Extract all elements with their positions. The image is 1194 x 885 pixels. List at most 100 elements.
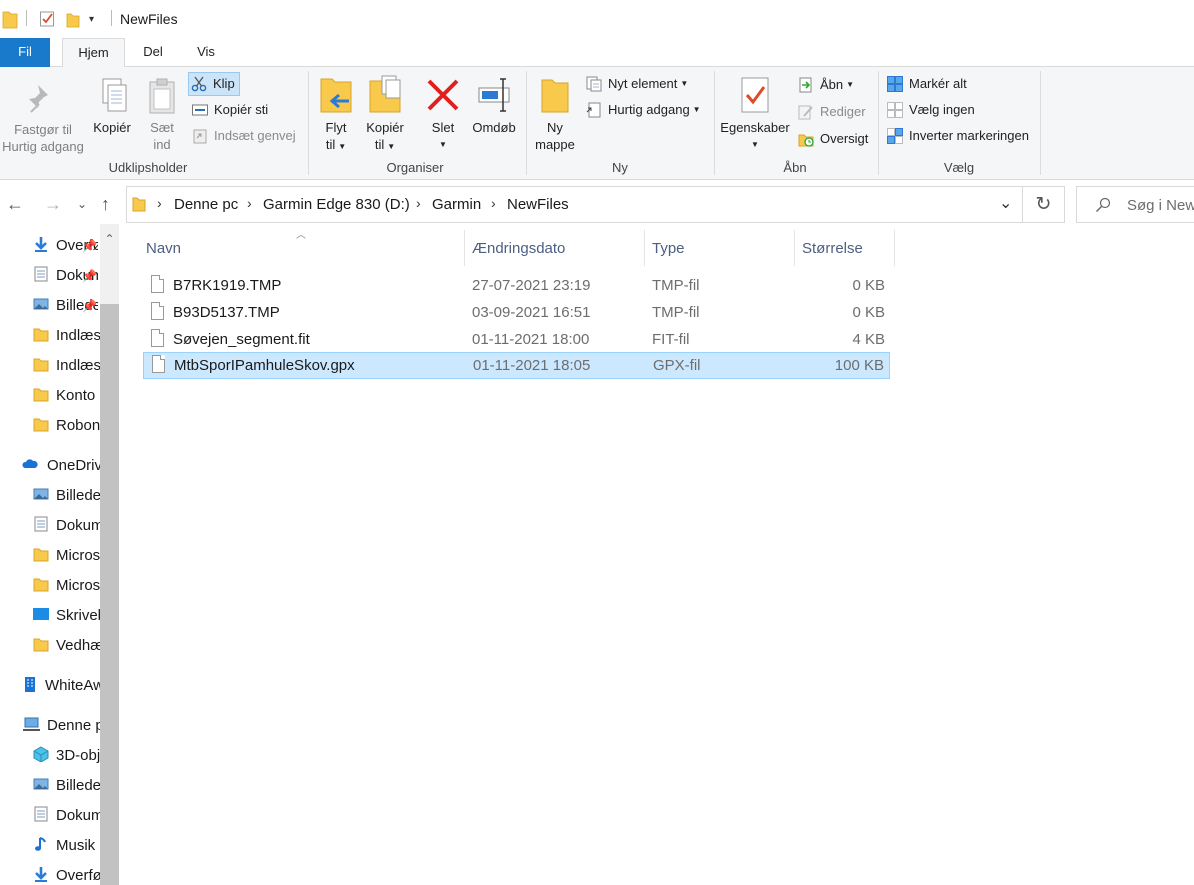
- new-folder-button[interactable]: Ny mappe: [530, 75, 580, 153]
- recent-locations-chevron-icon[interactable]: ⌄: [77, 197, 87, 211]
- breadcrumb-this-pc[interactable]: Denne pc: [174, 196, 238, 213]
- cube-icon: [33, 746, 49, 762]
- nav-item-pictures[interactable]: Billeder: [33, 771, 100, 801]
- paste-shortcut-button[interactable]: Indsæt genvej: [192, 125, 296, 147]
- delete-button[interactable]: Slet ▼: [424, 75, 462, 153]
- pictures-icon: [33, 488, 49, 500]
- new-folder-quick-access-icon[interactable]: [66, 12, 80, 28]
- open-chevron-icon: ▼: [846, 80, 855, 89]
- paste-button[interactable]: Sæt ind: [143, 77, 181, 153]
- divider: [26, 10, 27, 26]
- nav-item-desktop[interactable]: Skrivebord: [33, 601, 100, 631]
- pin-icon[interactable]: 📌: [82, 269, 97, 283]
- scissors-icon: [191, 76, 207, 92]
- move-to-button[interactable]: Flyt til ▼: [318, 75, 354, 155]
- pin-to-quick-access-button[interactable]: Fastgør til Hurtig adgang: [0, 77, 86, 155]
- tab-file[interactable]: Fil: [0, 38, 50, 67]
- breadcrumb-garmin-drive[interactable]: Garmin Edge 830 (D:): [263, 196, 410, 213]
- open-icon: [799, 77, 812, 93]
- address-history-chevron-icon[interactable]: ⌄: [999, 193, 1012, 213]
- nav-item-folder[interactable]: Robon: [33, 411, 100, 441]
- column-divider[interactable]: [794, 230, 795, 266]
- breadcrumb-newfiles[interactable]: NewFiles: [507, 196, 569, 213]
- cut-label: Klip: [213, 76, 235, 91]
- easy-access-button[interactable]: Hurtig adgang ▼: [586, 99, 701, 121]
- tab-view[interactable]: Vis: [188, 38, 224, 67]
- nav-item-3d-objects[interactable]: 3D-objekter: [33, 741, 100, 771]
- new-item-button[interactable]: Nyt element ▼: [586, 73, 688, 95]
- invert-selection-button[interactable]: Inverter markeringen: [887, 125, 1029, 147]
- open-button[interactable]: Åbn ▼: [798, 74, 854, 96]
- column-divider[interactable]: [644, 230, 645, 266]
- rename-button[interactable]: Omdøb: [470, 75, 518, 136]
- group-label-open: Åbn: [783, 160, 807, 175]
- column-header-type[interactable]: Type: [652, 240, 685, 257]
- desktop-icon: [33, 608, 49, 620]
- divider: [1040, 71, 1041, 175]
- column-header-date[interactable]: Ændringsdato: [472, 240, 565, 257]
- file-row[interactable]: B93D5137.TMP 03-09-2021 16:51 TMP-fil 0 …: [143, 299, 890, 326]
- copy-button[interactable]: Kopiér: [88, 77, 136, 136]
- file-date: 03-09-2021 16:51: [472, 304, 591, 321]
- nav-item-documents[interactable]: Dokumenter: [33, 511, 100, 541]
- file-row-selected[interactable]: MtbSporIPamhuleSkov.gpx 01-11-2021 18:05…: [143, 352, 890, 379]
- nav-item-folder[interactable]: Indlæs: [33, 351, 100, 381]
- history-button[interactable]: Oversigt: [798, 128, 868, 150]
- nav-item-onedrive[interactable]: OneDrive: [20, 451, 100, 481]
- nav-item-this-pc[interactable]: Denne pc: [22, 711, 100, 741]
- breadcrumb-chevron-icon[interactable]: ›: [157, 195, 162, 211]
- copy-path-button[interactable]: Kopiér sti: [192, 99, 268, 121]
- nav-item-folder[interactable]: Microsoft: [33, 541, 100, 571]
- column-header-name[interactable]: Navn: [146, 240, 181, 257]
- select-none-button[interactable]: Vælg ingen: [887, 99, 975, 121]
- breadcrumb-chevron-icon[interactable]: ›: [247, 195, 252, 211]
- up-arrow-icon[interactable]: ↑: [101, 194, 110, 215]
- back-arrow-icon[interactable]: ←: [6, 194, 24, 215]
- invert-selection-icon: [887, 128, 903, 144]
- new-folder-label-line1: Ny: [547, 120, 563, 135]
- breadcrumb-garmin[interactable]: Garmin: [432, 196, 481, 213]
- paste-label-line2: ind: [153, 137, 171, 152]
- file-row[interactable]: Søvejen_segment.fit 01-11-2021 18:00 FIT…: [143, 326, 890, 353]
- pin-icon[interactable]: 📌: [82, 239, 97, 253]
- file-name: B7RK1919.TMP: [173, 277, 282, 294]
- nav-item-folder[interactable]: Vedhæftede: [33, 631, 100, 661]
- column-header-size[interactable]: Størrelse: [802, 240, 863, 257]
- properties-button[interactable]: Egenskaber ▼: [718, 75, 792, 153]
- breadcrumb-chevron-icon[interactable]: ›: [491, 195, 496, 211]
- nav-item-folder[interactable]: Konto: [33, 381, 100, 411]
- nav-item-organization[interactable]: WhiteAway: [22, 671, 100, 701]
- scroll-up-chevron-icon[interactable]: ⌃: [100, 232, 119, 246]
- select-none-label: Vælg ingen: [909, 102, 975, 117]
- paste-shortcut-icon: [193, 129, 207, 144]
- nav-item-music[interactable]: Musik: [33, 831, 100, 861]
- refresh-icon[interactable]: ↻: [1023, 186, 1065, 223]
- nav-item-folder[interactable]: Indlæs: [33, 321, 100, 351]
- pin-icon[interactable]: 📌: [82, 299, 97, 313]
- nav-item-folder[interactable]: Microsoft: [33, 571, 100, 601]
- search-input[interactable]: Søg i NewFiles: [1076, 186, 1194, 223]
- customize-quick-access-chevron-icon[interactable]: ▾: [89, 14, 94, 25]
- select-all-button[interactable]: Markér alt: [887, 73, 967, 95]
- tab-home[interactable]: Hjem: [62, 38, 125, 68]
- navigation-scrollbar-thumb[interactable]: [100, 304, 119, 885]
- properties-quick-access-icon[interactable]: [40, 11, 54, 27]
- column-divider[interactable]: [464, 230, 465, 266]
- copy-to-button[interactable]: Kopiér til ▼: [364, 75, 406, 155]
- new-item-label: Nyt element: [608, 76, 678, 91]
- divider: [111, 10, 112, 26]
- nav-item-downloads[interactable]: Overførsler: [33, 861, 100, 885]
- breadcrumb-chevron-icon[interactable]: ›: [416, 195, 421, 211]
- edit-button[interactable]: Rediger: [798, 101, 866, 123]
- tab-share[interactable]: Del: [135, 38, 171, 67]
- cut-button[interactable]: Klip: [188, 72, 240, 96]
- sort-ascending-icon: ︿: [296, 230, 306, 241]
- address-bar[interactable]: › Denne pc › Garmin Edge 830 (D:) › Garm…: [126, 186, 1023, 223]
- column-divider[interactable]: [894, 230, 895, 266]
- folder-icon: [33, 358, 49, 372]
- forward-arrow-icon[interactable]: →: [44, 194, 62, 215]
- file-row[interactable]: B7RK1919.TMP 27-07-2021 23:19 TMP-fil 0 …: [143, 272, 890, 299]
- delete-x-icon: [427, 79, 459, 111]
- nav-item-pictures[interactable]: Billeder: [33, 481, 100, 511]
- nav-item-documents[interactable]: Dokumenter: [33, 801, 100, 831]
